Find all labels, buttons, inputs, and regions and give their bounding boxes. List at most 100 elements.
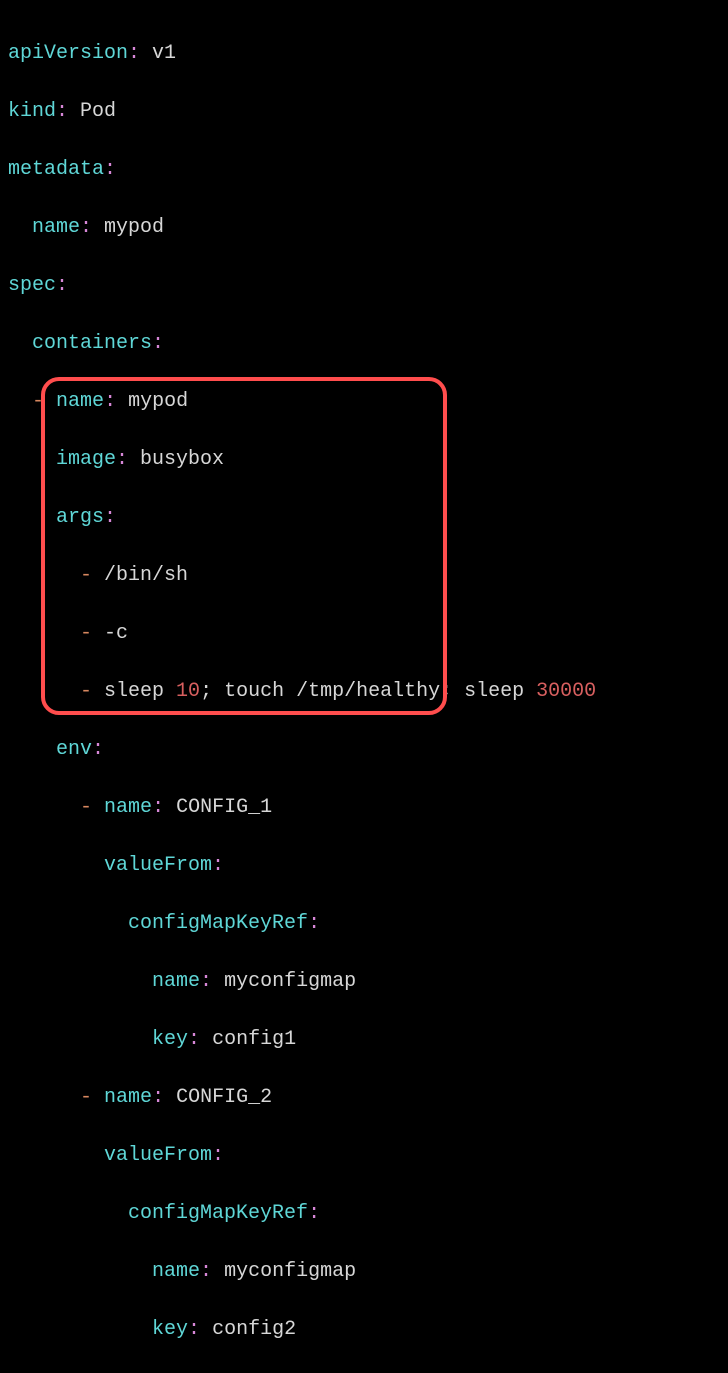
indent xyxy=(8,1086,80,1109)
code-line: args: xyxy=(8,503,720,532)
yaml-colon: : xyxy=(104,158,116,181)
yaml-colon: : xyxy=(212,854,224,877)
yaml-key: configMapKeyRef xyxy=(128,1202,308,1225)
yaml-key: valueFrom xyxy=(104,1144,212,1167)
code-line: - name: CONFIG_1 xyxy=(8,793,720,822)
indent xyxy=(8,1202,128,1225)
yaml-key: containers xyxy=(32,332,152,355)
code-line: apiVersion: v1 xyxy=(8,39,720,68)
yaml-colon: : xyxy=(80,216,92,239)
yaml-dash: - xyxy=(32,390,44,413)
yaml-colon: : xyxy=(188,1318,200,1341)
yaml-key: name xyxy=(152,1260,200,1283)
yaml-colon: : xyxy=(104,506,116,529)
indent xyxy=(8,1144,104,1167)
code-line: - sleep 10; touch /tmp/healthy; sleep 30… xyxy=(8,677,720,706)
yaml-value: config2 xyxy=(200,1318,296,1341)
code-line: - /bin/sh xyxy=(8,561,720,590)
yaml-key: spec xyxy=(8,274,56,297)
indent xyxy=(8,1028,152,1051)
indent xyxy=(8,564,80,587)
yaml-key: kind xyxy=(8,100,56,123)
indent xyxy=(8,448,56,471)
indent xyxy=(8,1318,152,1341)
indent xyxy=(8,622,80,645)
yaml-colon: : xyxy=(212,1144,224,1167)
yaml-colon: : xyxy=(200,970,212,993)
code-line: kind: Pod xyxy=(8,97,720,126)
yaml-colon: : xyxy=(56,274,68,297)
yaml-colon: : xyxy=(152,1086,164,1109)
yaml-value: CONFIG_2 xyxy=(164,1086,272,1109)
yaml-value: -c xyxy=(92,622,128,645)
indent xyxy=(8,390,32,413)
yaml-value: myconfigmap xyxy=(212,1260,356,1283)
yaml-value: /bin/sh xyxy=(92,564,188,587)
space xyxy=(92,1086,104,1109)
yaml-colon: : xyxy=(308,912,320,935)
code-line: spec: xyxy=(8,271,720,300)
yaml-value: v1 xyxy=(140,42,176,65)
code-line: configMapKeyRef: xyxy=(8,909,720,938)
indent xyxy=(8,796,80,819)
yaml-number: 30000 xyxy=(536,680,596,703)
code-line: name: mypod xyxy=(8,213,720,242)
yaml-key: name xyxy=(152,970,200,993)
yaml-key: key xyxy=(152,1318,188,1341)
space xyxy=(92,796,104,819)
code-line: configMapKeyRef: xyxy=(8,1199,720,1228)
yaml-colon: : xyxy=(104,390,116,413)
code-line: env: xyxy=(8,735,720,764)
yaml-key: name xyxy=(56,390,104,413)
yaml-key: args xyxy=(56,506,104,529)
yaml-key: metadata xyxy=(8,158,104,181)
indent xyxy=(8,1260,152,1283)
yaml-colon: : xyxy=(200,1260,212,1283)
yaml-dash: - xyxy=(80,796,92,819)
code-line: - name: mypod xyxy=(8,387,720,416)
indent xyxy=(8,332,32,355)
code-line: key: config1 xyxy=(8,1025,720,1054)
yaml-code-block: apiVersion: v1 kind: Pod metadata: name:… xyxy=(8,10,720,1373)
yaml-value: mypod xyxy=(116,390,188,413)
code-line: valueFrom: xyxy=(8,851,720,880)
yaml-colon: : xyxy=(56,100,68,123)
yaml-value: Pod xyxy=(68,100,116,123)
code-line: valueFrom: xyxy=(8,1141,720,1170)
yaml-colon: : xyxy=(116,448,128,471)
space xyxy=(44,390,56,413)
yaml-key: key xyxy=(152,1028,188,1051)
code-line: key: config2 xyxy=(8,1315,720,1344)
code-line: name: myconfigmap xyxy=(8,967,720,996)
yaml-key: name xyxy=(32,216,80,239)
indent xyxy=(8,216,32,239)
indent xyxy=(8,680,80,703)
yaml-value: mypod xyxy=(92,216,164,239)
indent xyxy=(8,506,56,529)
yaml-value: busybox xyxy=(128,448,224,471)
yaml-key: name xyxy=(104,796,152,819)
code-line: metadata: xyxy=(8,155,720,184)
yaml-key: configMapKeyRef xyxy=(128,912,308,935)
code-line: - -c xyxy=(8,619,720,648)
indent xyxy=(8,970,152,993)
yaml-colon: : xyxy=(152,332,164,355)
yaml-number: 10 xyxy=(176,680,200,703)
yaml-colon: : xyxy=(92,738,104,761)
yaml-key: name xyxy=(104,1086,152,1109)
yaml-value: sleep xyxy=(92,680,176,703)
code-line: - name: CONFIG_2 xyxy=(8,1083,720,1112)
code-line: name: myconfigmap xyxy=(8,1257,720,1286)
code-line: image: busybox xyxy=(8,445,720,474)
indent xyxy=(8,912,128,935)
indent xyxy=(8,854,104,877)
yaml-key: valueFrom xyxy=(104,854,212,877)
indent xyxy=(8,738,56,761)
yaml-colon: : xyxy=(152,796,164,819)
yaml-value: CONFIG_1 xyxy=(164,796,272,819)
yaml-dash: - xyxy=(80,680,92,703)
yaml-colon: : xyxy=(188,1028,200,1051)
yaml-key: env xyxy=(56,738,92,761)
yaml-colon: : xyxy=(308,1202,320,1225)
yaml-value: ; touch /tmp/healthy; sleep xyxy=(200,680,536,703)
